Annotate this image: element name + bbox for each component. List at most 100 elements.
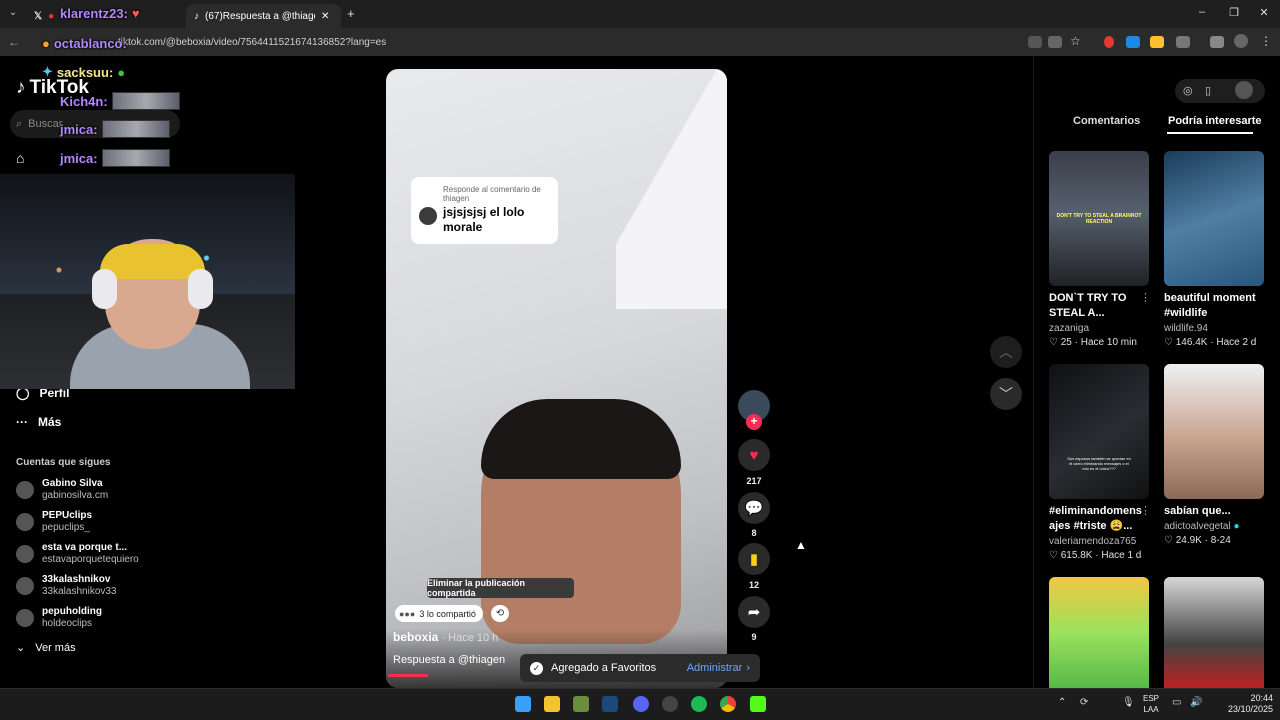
clock-time: 20:44 [1250,693,1274,703]
author-name[interactable]: beboxia [393,630,438,644]
share-button[interactable]: ➦ [738,596,770,628]
avatar [16,577,34,595]
menu-kebab-icon[interactable]: ⋮ [1260,34,1272,48]
home-icon[interactable]: ⌂ [16,150,24,166]
video-author[interactable]: beboxia · Hace 10 h [393,630,498,644]
like-count: 217 [746,476,762,486]
following-item[interactable]: Gabino Silva gabinosilva.cm [16,478,108,502]
next-video-button[interactable]: ﹀ [990,378,1022,410]
following-item[interactable]: 33kalashnikov 33kalashnikov33 [16,574,117,598]
reply-label: Responde al comentario de thiagen [443,185,541,203]
file-explorer-icon[interactable] [544,696,560,712]
previous-video-button[interactable]: ︿ [990,336,1022,368]
cast-icon[interactable] [1028,36,1042,48]
discord-icon[interactable] [633,696,649,712]
following-item[interactable]: pepuholding holdeoclips [16,606,102,630]
video-thumbnail[interactable] [1164,577,1264,688]
card-time: Hace 2 d [1216,337,1257,348]
minecraft-icon[interactable] [573,696,589,712]
see-more-label: Ver más [35,641,76,654]
user-avatar[interactable] [1235,81,1253,99]
author-time: Hace 10 h [448,632,499,644]
extension-red-icon[interactable] [1104,36,1114,48]
card-more-icon[interactable]: ⋮ [1140,504,1151,517]
toast-manage-link[interactable]: Administrar [687,662,743,674]
bookmark-star-icon[interactable]: ☆ [1070,34,1081,48]
card-user[interactable]: valeriamendoza765 [1049,536,1136,547]
kick-icon[interactable] [750,696,766,712]
new-tab-button[interactable]: + [347,6,355,21]
following-handle: holdeoclips [42,618,93,629]
card-title[interactable]: #eliminandomens ajes #triste 😩... [1049,504,1144,534]
card-title[interactable]: beautiful moment #wildlife [1164,291,1259,321]
card-user[interactable]: adictoalvegetal [1164,521,1231,532]
card-likes: 24.9K [1175,535,1202,546]
following-name: PEPUclips [42,510,93,521]
maximize-button[interactable]: ❐ [1224,6,1244,22]
lang-code: ESP [1143,694,1160,703]
tab-search-icon[interactable]: ⌄ [6,7,20,21]
phone-icon[interactable]: ▯ [1205,84,1211,97]
close-window-button[interactable]: ✕ [1254,6,1274,22]
start-icon[interactable] [515,696,531,712]
webcam-overlay [0,174,295,389]
language-indicator[interactable]: ESP LAA [1143,693,1159,715]
following-item[interactable]: esta va porque t... estavaporquetequiero [16,542,139,566]
tab-comentarios[interactable]: Comentarios [1073,115,1140,127]
extension-yellow-icon[interactable] [1150,36,1164,48]
steam-icon[interactable] [602,696,618,712]
comment-icon: 💬 [744,500,764,517]
card-user-row[interactable]: adictoalvegetal ● [1164,521,1240,532]
nav-mas[interactable]: ··· Más [16,415,61,429]
repost-icon[interactable]: ⟲ [491,605,509,622]
shared-by-pill[interactable]: ●●● 3 lo compartió [395,605,483,622]
chat-image [111,92,180,110]
system-clock[interactable]: 20:44 23/10/2025 [1228,693,1273,715]
card-more-icon[interactable]: ⋮ [1140,291,1151,304]
see-more-button[interactable]: ⌄ Ver más [16,641,76,655]
video-thumbnail[interactable] [1164,151,1264,286]
spotify-icon[interactable] [691,696,707,712]
network-icon[interactable]: ▭ [1172,697,1181,708]
card-user[interactable]: zazaniga [1049,323,1089,334]
card-meta: ♡ 146.4K · Hace 2 d [1164,337,1257,348]
save-button[interactable]: ▮ [738,543,770,575]
follow-plus-icon[interactable]: + [746,414,762,430]
video-wall [616,69,727,309]
following-handle: 33kalashnikov33 [42,586,117,597]
video-thumbnail[interactable] [1049,577,1149,688]
extensions-puzzle-icon[interactable] [1176,36,1190,48]
close-tab-icon[interactable]: ✕ [321,11,329,22]
minimize-button[interactable]: – [1192,6,1212,22]
card-meta: ♡ 615.8K · Hace 1 d [1049,550,1142,561]
following-header: Cuentas que sigues [16,457,111,468]
video-progress[interactable] [388,674,428,677]
following-item[interactable]: PEPUclips pepuclips_ [16,510,92,534]
translate-icon[interactable] [1048,36,1062,48]
share-icon: ➦ [747,604,761,621]
badge-icon: ✦ [42,64,53,79]
back-icon[interactable]: ← [8,35,20,49]
card-title[interactable]: sabían que... [1164,504,1259,519]
video-caption[interactable]: Respuesta a @thiagen [393,654,505,666]
card-title[interactable]: DON`T TRY TO STEAL A... [1049,291,1144,321]
volume-icon[interactable]: 🔊 [1190,697,1202,708]
video-thumbnail[interactable]: Sus esposos también se quedan en el carr… [1049,364,1149,499]
obs-icon[interactable] [662,696,678,712]
thumbnail-text: DON'T TRY TO STEAL A BRAINROT REACTION [1056,213,1142,225]
extension-7tv-icon[interactable] [1126,36,1140,48]
compass-icon[interactable]: ◎ [1183,84,1193,97]
tray-chevron-icon[interactable]: ⌃ [1058,697,1066,708]
card-user[interactable]: wildlife.94 [1164,323,1208,334]
comment-button[interactable]: 💬 [738,492,770,524]
like-button[interactable]: ♥ [738,439,770,471]
tray-app-icon[interactable]: ⟳ [1080,697,1088,708]
tab-podria-interesarte[interactable]: Podría interesarte [1168,115,1262,127]
chrome-icon[interactable] [720,696,736,712]
video-thumbnail[interactable] [1164,364,1264,499]
tray-mic-icon[interactable]: 🎙 [1122,697,1135,708]
profile-avatar[interactable] [1234,34,1248,48]
reading-list-icon[interactable] [1210,36,1224,48]
chat-user: sacksuu: [56,64,114,80]
video-thumbnail[interactable]: DON'T TRY TO STEAL A BRAINROT REACTION [1049,151,1149,286]
